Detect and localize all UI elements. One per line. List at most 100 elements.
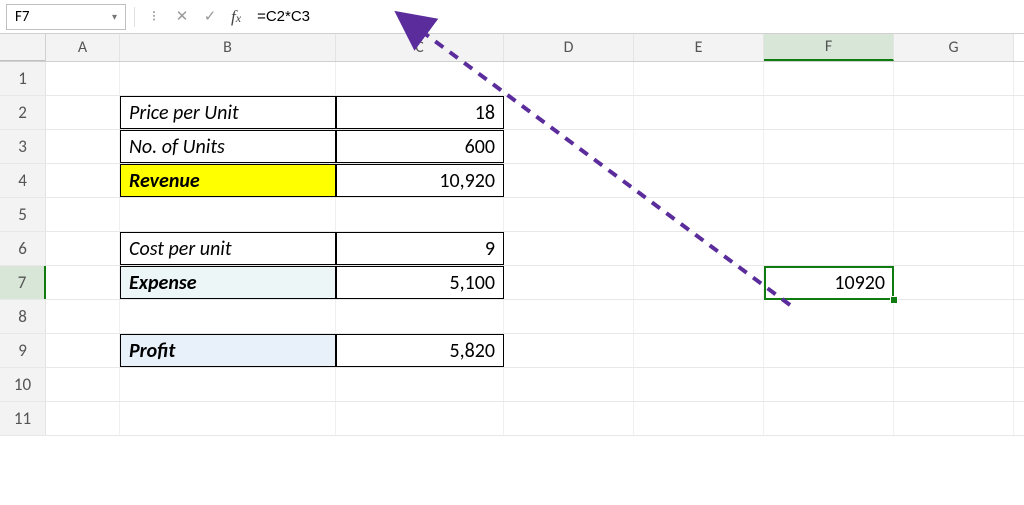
cell-F7[interactable]: 10920 (764, 266, 894, 299)
cell-D2[interactable] (504, 96, 634, 129)
cell-G4[interactable] (894, 164, 1014, 197)
row-header-3[interactable]: 3 (0, 130, 46, 163)
cell-G11[interactable] (894, 402, 1014, 435)
enter-icon[interactable]: ✓ (199, 6, 221, 28)
cell-B7[interactable]: Expense (120, 266, 336, 299)
cell-D10[interactable] (504, 368, 634, 401)
col-header-C[interactable]: C (336, 34, 504, 61)
cell-D4[interactable] (504, 164, 634, 197)
cell-D5[interactable] (504, 198, 634, 231)
cell-B8[interactable] (120, 300, 336, 333)
cell-E8[interactable] (634, 300, 764, 333)
cell-B5[interactable] (120, 198, 336, 231)
cell-G7[interactable] (894, 266, 1014, 299)
row-header-9[interactable]: 9 (0, 334, 46, 367)
col-header-E[interactable]: E (634, 34, 764, 61)
cell-E9[interactable] (634, 334, 764, 367)
cell-B9[interactable]: Profit (120, 334, 336, 367)
cell-E2[interactable] (634, 96, 764, 129)
cell-E1[interactable] (634, 62, 764, 95)
cell-B10[interactable] (120, 368, 336, 401)
cell-E7[interactable] (634, 266, 764, 299)
cell-D9[interactable] (504, 334, 634, 367)
cell-C8[interactable] (336, 300, 504, 333)
cell-D11[interactable] (504, 402, 634, 435)
cell-A11[interactable] (46, 402, 120, 435)
cell-C1[interactable] (336, 62, 504, 95)
cell-C9[interactable]: 5,820 (336, 334, 504, 367)
cell-C7[interactable]: 5,100 (336, 266, 504, 299)
cell-D3[interactable] (504, 130, 634, 163)
cell-F2[interactable] (764, 96, 894, 129)
cell-D8[interactable] (504, 300, 634, 333)
cell-E4[interactable] (634, 164, 764, 197)
cell-B1[interactable] (120, 62, 336, 95)
name-box[interactable]: F7 ▾ (6, 4, 126, 30)
cell-F3[interactable] (764, 130, 894, 163)
spreadsheet-grid[interactable]: A B C D E F G 1 2 Price per Unit 18 (0, 34, 1024, 436)
cell-C2[interactable]: 18 (336, 96, 504, 129)
cell-D6[interactable] (504, 232, 634, 265)
cell-E10[interactable] (634, 368, 764, 401)
cell-G1[interactable] (894, 62, 1014, 95)
formula-input[interactable] (251, 4, 1018, 30)
cell-A3[interactable] (46, 130, 120, 163)
cell-F1[interactable] (764, 62, 894, 95)
cell-A1[interactable] (46, 62, 120, 95)
cell-C11[interactable] (336, 402, 504, 435)
cell-D7[interactable] (504, 266, 634, 299)
cell-E6[interactable] (634, 232, 764, 265)
fill-handle[interactable] (890, 296, 898, 304)
cell-G10[interactable] (894, 368, 1014, 401)
row-header-5[interactable]: 5 (0, 198, 46, 231)
cell-F11[interactable] (764, 402, 894, 435)
cell-A7[interactable] (46, 266, 120, 299)
cell-G9[interactable] (894, 334, 1014, 367)
cell-B6[interactable]: Cost per unit (120, 232, 336, 265)
cell-D1[interactable] (504, 62, 634, 95)
cell-A8[interactable] (46, 300, 120, 333)
cell-A6[interactable] (46, 232, 120, 265)
cancel-icon[interactable]: ✕ (171, 6, 193, 28)
cell-C6[interactable]: 9 (336, 232, 504, 265)
cell-G6[interactable] (894, 232, 1014, 265)
cell-F4[interactable] (764, 164, 894, 197)
cell-A2[interactable] (46, 96, 120, 129)
cell-A10[interactable] (46, 368, 120, 401)
cell-C4[interactable]: 10,920 (336, 164, 504, 197)
cell-G5[interactable] (894, 198, 1014, 231)
cell-B11[interactable] (120, 402, 336, 435)
col-header-D[interactable]: D (504, 34, 634, 61)
cell-F8[interactable] (764, 300, 894, 333)
col-header-A[interactable]: A (46, 34, 120, 61)
row-header-6[interactable]: 6 (0, 232, 46, 265)
col-header-F[interactable]: F (764, 34, 894, 61)
cell-G3[interactable] (894, 130, 1014, 163)
fx-icon[interactable]: fx (227, 7, 245, 27)
cell-F5[interactable] (764, 198, 894, 231)
cell-A9[interactable] (46, 334, 120, 367)
cell-B4[interactable]: Revenue (120, 164, 336, 197)
cell-C3[interactable]: 600 (336, 130, 504, 163)
cell-C5[interactable] (336, 198, 504, 231)
select-all-corner[interactable] (0, 34, 46, 61)
cell-A5[interactable] (46, 198, 120, 231)
cell-E3[interactable] (634, 130, 764, 163)
col-header-G[interactable]: G (894, 34, 1014, 61)
row-header-10[interactable]: 10 (0, 368, 46, 401)
cell-C10[interactable] (336, 368, 504, 401)
row-header-8[interactable]: 8 (0, 300, 46, 333)
col-header-B[interactable]: B (120, 34, 336, 61)
cell-E11[interactable] (634, 402, 764, 435)
cell-B3[interactable]: No. of Units (120, 130, 336, 163)
cell-A4[interactable] (46, 164, 120, 197)
cell-E5[interactable] (634, 198, 764, 231)
row-header-7[interactable]: 7 (0, 266, 46, 299)
cell-G8[interactable] (894, 300, 1014, 333)
row-header-2[interactable]: 2 (0, 96, 46, 129)
cell-F6[interactable] (764, 232, 894, 265)
cell-F10[interactable] (764, 368, 894, 401)
chevron-down-icon[interactable]: ▾ (112, 10, 117, 23)
row-header-11[interactable]: 11 (0, 402, 46, 435)
cell-G2[interactable] (894, 96, 1014, 129)
